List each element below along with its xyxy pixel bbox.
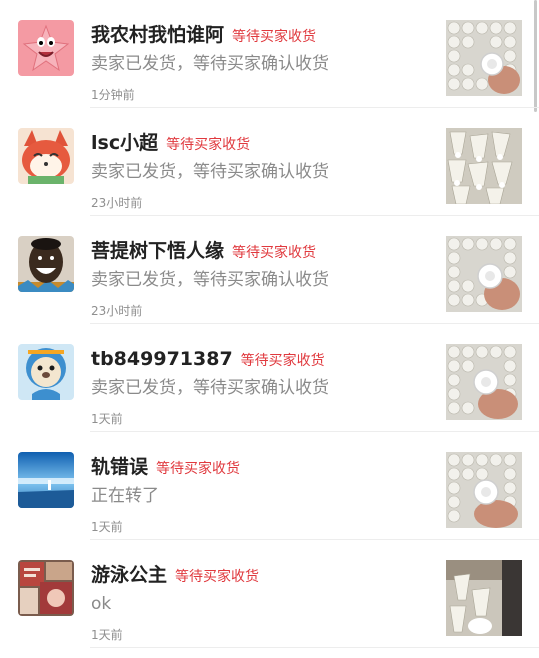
conversation-item[interactable]: 游泳公主 等待买家收货 ok 1天前: [0, 540, 539, 648]
contact-name: 轨错误: [91, 456, 149, 478]
message-preview: 卖家已发货，等待买家确认收货: [91, 162, 329, 182]
contact-name: tb849971387: [91, 348, 233, 370]
message-preview: 卖家已发货，等待买家确认收货: [91, 378, 329, 398]
message-time: 1天前: [91, 412, 123, 426]
badminton-shuttlecock-product-icon[interactable]: [446, 452, 522, 528]
conversation-item[interactable]: tb849971387 等待买家收货 卖家已发货，等待买家确认收货 1天前: [0, 324, 539, 432]
order-status-label: 等待买家收货: [232, 245, 317, 261]
contact-name: lsc小超: [91, 132, 159, 154]
sky-landscape-avatar-icon[interactable]: [18, 452, 74, 508]
conversation-list: 我农村我怕谁阿 等待买家收货 卖家已发货，等待买家确认收货 1分钟前 lsc小超…: [0, 0, 539, 658]
order-status-label: 等待买家收货: [156, 461, 241, 477]
order-status-label: 等待买家收货: [240, 353, 325, 369]
conversation-item[interactable]: lsc小超 等待买家收货 卖家已发货，等待买家确认收货 23小时前: [0, 108, 539, 216]
badminton-shuttlecock-product-icon[interactable]: [446, 344, 522, 420]
badminton-shuttlecock-product-icon[interactable]: [446, 560, 522, 636]
message-time: 1天前: [91, 520, 123, 534]
collage-photo-avatar-icon[interactable]: [18, 560, 74, 616]
badminton-shuttlecock-product-icon[interactable]: [446, 20, 522, 96]
conversation-item[interactable]: 我农村我怕谁阿 等待买家收货 卖家已发货，等待买家确认收货 1分钟前: [0, 0, 539, 108]
divider: [90, 647, 539, 648]
conversation-item[interactable]: 轨错误 等待买家收货 正在转了 1天前: [0, 432, 539, 540]
contact-name: 菩提树下悟人缘: [91, 240, 225, 262]
smiling-man-avatar-icon[interactable]: [18, 236, 74, 292]
conversation-item[interactable]: 菩提树下悟人缘 等待买家收货 卖家已发货，等待买家确认收货 23小时前: [0, 216, 539, 324]
message-preview: 卖家已发货，等待买家确认收货: [91, 54, 329, 74]
message-time: 1天前: [91, 628, 123, 642]
badminton-shuttlecock-product-icon[interactable]: [446, 236, 522, 312]
order-status-label: 等待买家收货: [232, 29, 317, 45]
patrick-star-avatar-icon[interactable]: [18, 20, 74, 76]
message-time: 23小时前: [91, 196, 143, 210]
message-preview: 正在转了: [91, 486, 159, 506]
order-status-label: 等待买家收货: [175, 569, 260, 585]
contact-name: 我农村我怕谁阿: [91, 24, 225, 46]
blue-seal-avatar-icon[interactable]: [18, 344, 74, 400]
message-preview: ok: [91, 594, 112, 614]
contact-name: 游泳公主: [91, 564, 168, 586]
message-preview: 卖家已发货，等待买家确认收货: [91, 270, 329, 290]
cartoon-fox-avatar-icon[interactable]: [18, 128, 74, 184]
message-time: 23小时前: [91, 304, 143, 318]
message-time: 1分钟前: [91, 88, 135, 102]
order-status-label: 等待买家收货: [166, 137, 251, 153]
badminton-shuttlecock-product-icon[interactable]: [446, 128, 522, 204]
